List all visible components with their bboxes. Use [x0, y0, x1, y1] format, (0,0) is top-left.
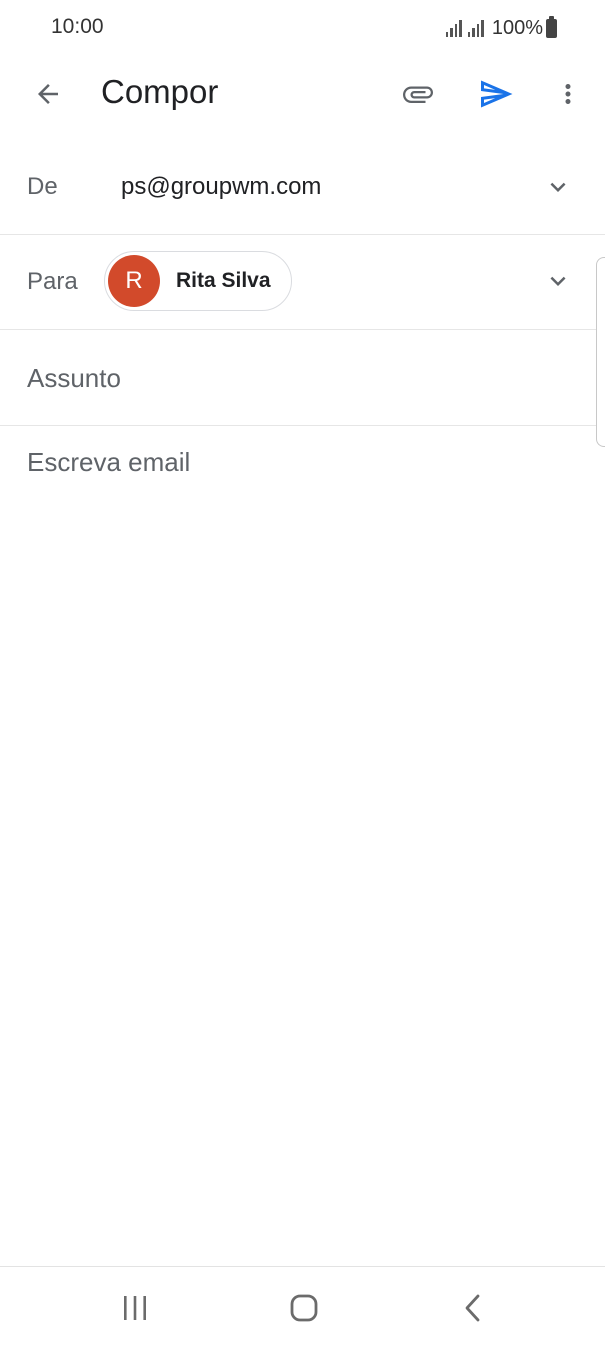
- battery-percent: 100%: [491, 16, 543, 39]
- to-row: Para R Rita Silva: [0, 235, 605, 330]
- attach-button[interactable]: [392, 68, 444, 120]
- more-vert-icon: [565, 84, 571, 104]
- back-icon: [465, 1294, 480, 1322]
- body-input[interactable]: [27, 446, 577, 1226]
- battery-icon: [546, 15, 557, 38]
- status-bar: 10:00 100%: [0, 0, 605, 56]
- recipient-name: Rita Silva: [176, 269, 271, 292]
- from-row: De ps@groupwm.com: [0, 140, 605, 235]
- subject-row: [0, 330, 605, 426]
- page-title: Compor: [101, 73, 219, 110]
- signal-icon: [467, 19, 484, 37]
- edge-panel-handle[interactable]: [596, 257, 605, 447]
- compose-screen: 10:00 100% Compor De ps@groupwm.com Para…: [0, 0, 605, 1346]
- subject-input[interactable]: [27, 358, 567, 398]
- signal-icon: [445, 19, 462, 37]
- recipient-chip[interactable]: R Rita Silva: [104, 251, 292, 311]
- app-bar: Compor: [0, 56, 605, 132]
- send-button[interactable]: [470, 68, 522, 120]
- recents-icon: [124, 1296, 146, 1320]
- chevron-down-icon: [550, 276, 566, 286]
- to-label: Para: [27, 268, 78, 295]
- recents-button[interactable]: [105, 1281, 165, 1335]
- status-time: 10:00: [51, 15, 104, 38]
- from-label: De: [27, 173, 58, 200]
- arrow-left-icon: [38, 84, 58, 104]
- home-icon: [290, 1294, 318, 1322]
- to-expand-button[interactable]: [540, 263, 576, 299]
- home-button[interactable]: [274, 1281, 334, 1335]
- status-icons: 100%: [445, 15, 557, 41]
- from-expand-button[interactable]: [540, 169, 576, 205]
- more-options-button[interactable]: [548, 68, 588, 120]
- back-button[interactable]: [22, 68, 74, 120]
- send-icon: [481, 80, 513, 108]
- navigation-bar: [0, 1266, 605, 1346]
- avatar: R: [108, 255, 160, 307]
- chevron-down-icon: [550, 182, 566, 192]
- nav-back-button[interactable]: [443, 1281, 503, 1335]
- from-account[interactable]: ps@groupwm.com: [121, 173, 321, 201]
- paperclip-icon: [403, 86, 433, 103]
